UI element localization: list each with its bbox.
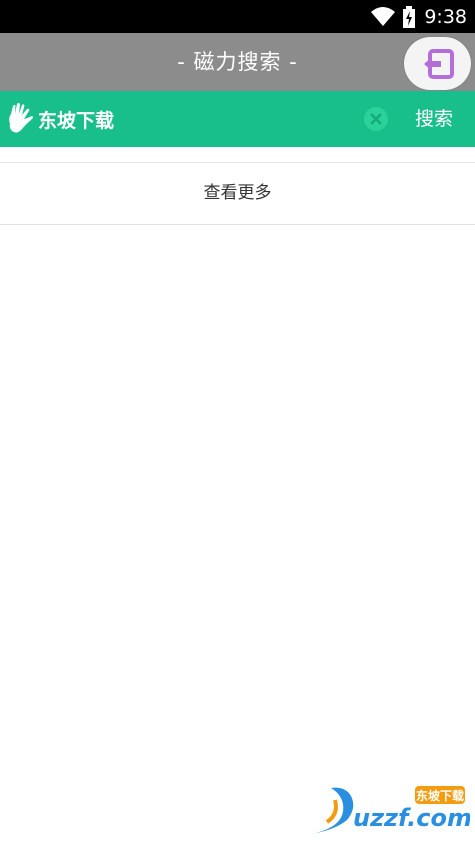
wifi-icon <box>371 6 396 26</box>
hand-logo-icon <box>9 103 33 133</box>
svg-text:uzzf.com: uzzf.com <box>353 804 470 832</box>
brand-text: 东坡下载 <box>38 109 115 132</box>
search-button[interactable]: 搜索 <box>404 91 464 147</box>
exit-icon <box>423 48 454 79</box>
battery-icon <box>403 5 416 28</box>
status-time: 9:38 <box>424 5 467 28</box>
status-bar: 9:38 <box>0 0 475 33</box>
title-bar: - 磁力搜索 - <box>0 33 475 91</box>
exit-button[interactable] <box>404 37 471 90</box>
svg-text:东坡下载: 东坡下载 <box>416 788 464 803</box>
view-more-row[interactable]: 查看更多 <box>0 162 475 225</box>
clear-icon[interactable] <box>363 106 389 132</box>
brand: 东坡下载 <box>6 91 114 147</box>
status-icons: 9:38 <box>370 0 467 33</box>
view-more-label: 查看更多 <box>203 183 272 203</box>
uzzf-watermark-logo: uzzf.com 东坡下载 <box>311 786 470 834</box>
search-bar: 东坡下载 搜索 <box>0 91 475 147</box>
